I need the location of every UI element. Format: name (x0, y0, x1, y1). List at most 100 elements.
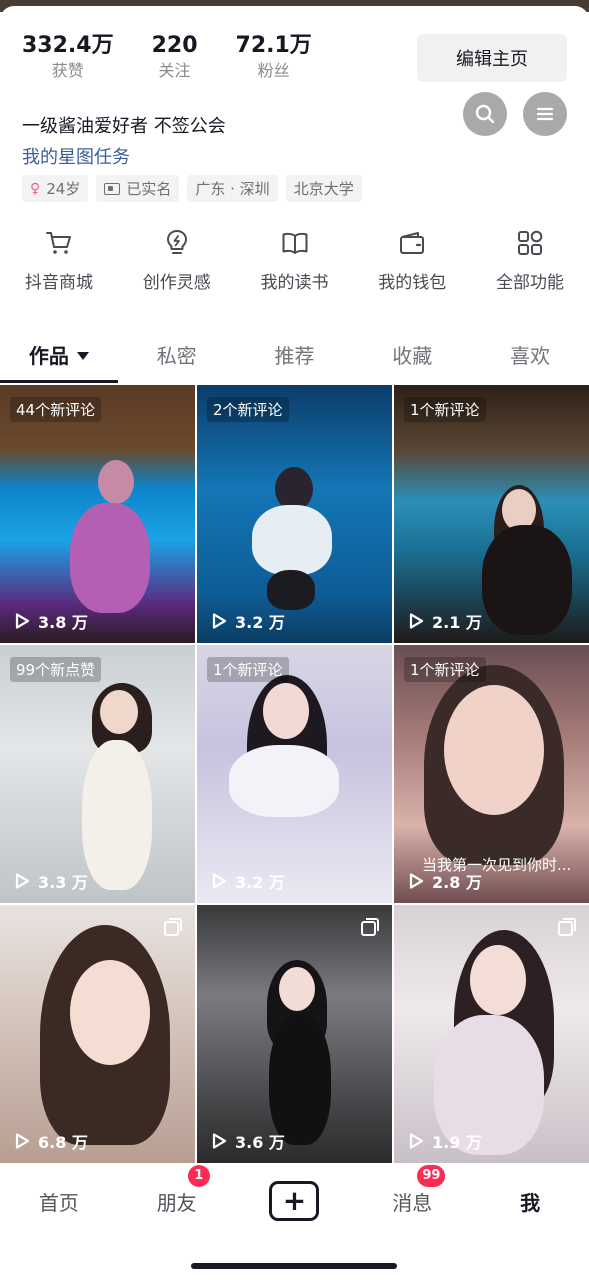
location-tag[interactable]: 广东 · 深圳 (187, 175, 278, 202)
play-count-value: 6.8 万 (38, 1133, 88, 1152)
video-thumbnail[interactable]: 44个新评论 3.8 万 (0, 385, 195, 643)
active-tab-indicator (0, 380, 118, 383)
age-tag-label: 24岁 (46, 180, 81, 198)
video-thumbnail[interactable]: 2个新评论 3.2 万 (197, 385, 392, 643)
tab-works[interactable]: 作品 (0, 338, 118, 384)
wallet-shortcut-label: 我的钱包 (378, 273, 447, 293)
play-icon (409, 613, 424, 629)
tab-private[interactable]: 私密 (118, 338, 236, 384)
multi-image-icon (361, 918, 379, 936)
figure-shape (269, 1015, 331, 1145)
menu-button[interactable] (523, 92, 567, 136)
video-badge: 1个新评论 (207, 657, 289, 682)
likes-count: 332.4万 (22, 33, 114, 58)
figure-shape (252, 505, 332, 575)
play-icon (15, 1133, 30, 1149)
play-icon (212, 873, 227, 889)
wallet-icon (400, 232, 425, 254)
verified-tag[interactable]: 已实名 (96, 175, 180, 202)
figure-shape (279, 967, 315, 1011)
video-badge: 1个新评论 (404, 397, 486, 422)
play-count-value: 3.6 万 (235, 1133, 285, 1152)
figure-shape (470, 945, 526, 1015)
figure-shape (70, 960, 150, 1065)
play-count: 2.1 万 (406, 609, 482, 633)
tab-recommended[interactable]: 推荐 (236, 338, 354, 384)
multi-image-icon (164, 918, 182, 936)
likes-stat[interactable]: 332.4万 获赞 (22, 32, 114, 82)
followers-label: 粉丝 (257, 61, 290, 80)
figure-shape (263, 683, 309, 739)
video-thumbnail[interactable]: 1个新评论 当我第一次见到你时... 2.8 万 (394, 645, 589, 903)
figure-shape (482, 525, 572, 635)
nav-friends[interactable]: 朋友 1 (118, 1164, 236, 1216)
profile-stats: 332.4万 获赞 220 关注 72.1万 粉丝 (22, 32, 312, 82)
following-stat[interactable]: 220 关注 (152, 32, 198, 82)
play-count: 3.8 万 (12, 609, 88, 633)
video-thumbnail[interactable]: 1个新评论 3.2 万 (197, 645, 392, 903)
play-count: 3.2 万 (209, 869, 285, 893)
video-grid: 44个新评论 3.8 万 2个新评论 3.2 万 1个新评论 2.1 万 99个… (0, 385, 589, 1163)
video-thumbnail[interactable]: 3.6 万 (197, 905, 392, 1163)
video-badge: 1个新评论 (404, 657, 486, 682)
all-functions-shortcut[interactable]: 全部功能 (490, 228, 570, 293)
grid-icon (518, 230, 543, 255)
inspiration-shortcut-label: 创作灵感 (142, 273, 211, 293)
lightbulb-icon (166, 230, 187, 254)
wallet-shortcut[interactable]: 我的钱包 (372, 228, 452, 293)
followers-count: 72.1万 (235, 33, 312, 58)
edit-profile-button[interactable]: 编辑主页 (417, 34, 567, 82)
star-tasks-link[interactable]: 我的星图任务 (22, 143, 130, 169)
hamburger-icon (536, 107, 554, 121)
video-badge: 44个新评论 (10, 397, 102, 422)
shop-shortcut[interactable]: 抖音商城 (19, 228, 99, 293)
play-count-value: 2.8 万 (432, 873, 482, 892)
video-thumbnail[interactable]: 6.8 万 (0, 905, 195, 1163)
play-count: 2.8 万 (406, 869, 482, 893)
followers-stat[interactable]: 72.1万 粉丝 (236, 32, 312, 82)
tab-favorites[interactable]: 收藏 (353, 338, 471, 384)
play-icon (15, 613, 30, 629)
reading-shortcut-label: 我的读书 (260, 273, 329, 293)
nav-me[interactable]: 我 (471, 1187, 589, 1216)
play-count-value: 3.2 万 (235, 613, 285, 632)
play-icon (409, 1133, 424, 1149)
profile-tags: ♀ 24岁 已实名 广东 · 深圳 北京大学 (22, 175, 362, 202)
search-button[interactable] (463, 92, 507, 136)
female-icon: ♀ (30, 180, 41, 197)
messages-badge: 99 (417, 1164, 446, 1187)
nav-create[interactable]: + (236, 1181, 354, 1221)
nav-messages[interactable]: 消息 99 (353, 1164, 471, 1216)
caret-down-icon (76, 351, 89, 360)
multi-image-icon (558, 918, 576, 936)
play-icon (409, 873, 424, 889)
figure-shape (100, 690, 138, 734)
video-thumbnail[interactable]: 1.9 万 (394, 905, 589, 1163)
reading-shortcut[interactable]: 我的读书 (255, 228, 335, 293)
play-count-value: 3.8 万 (38, 613, 88, 632)
video-thumbnail[interactable]: 1个新评论 2.1 万 (394, 385, 589, 643)
tab-likes[interactable]: 喜欢 (471, 338, 589, 384)
play-icon (212, 1133, 227, 1149)
video-thumbnail[interactable]: 99个新点赞 3.3 万 (0, 645, 195, 903)
figure-shape (444, 685, 544, 815)
play-count: 3.2 万 (209, 609, 285, 633)
play-count: 3.6 万 (209, 1129, 285, 1153)
school-tag[interactable]: 北京大学 (285, 175, 362, 202)
friends-badge: 1 (187, 1164, 210, 1187)
nav-home[interactable]: 首页 (0, 1187, 118, 1216)
play-count: 3.3 万 (12, 869, 88, 893)
bottom-navigation: 首页 朋友 1 + 消息 99 我 (0, 1164, 589, 1234)
inspiration-shortcut[interactable]: 创作灵感 (137, 228, 217, 293)
profile-tabs: 作品 私密 推荐 收藏 喜欢 (0, 338, 589, 384)
figure-shape (82, 740, 152, 890)
age-tag[interactable]: ♀ 24岁 (22, 175, 89, 202)
play-count: 1.9 万 (406, 1129, 482, 1153)
book-icon (282, 232, 307, 254)
figure-shape (98, 460, 134, 504)
tab-works-label: 作品 (28, 344, 69, 368)
following-count: 220 (151, 33, 198, 58)
play-count-value: 2.1 万 (432, 613, 482, 632)
all-functions-shortcut-label: 全部功能 (496, 273, 564, 293)
play-icon (15, 873, 30, 889)
